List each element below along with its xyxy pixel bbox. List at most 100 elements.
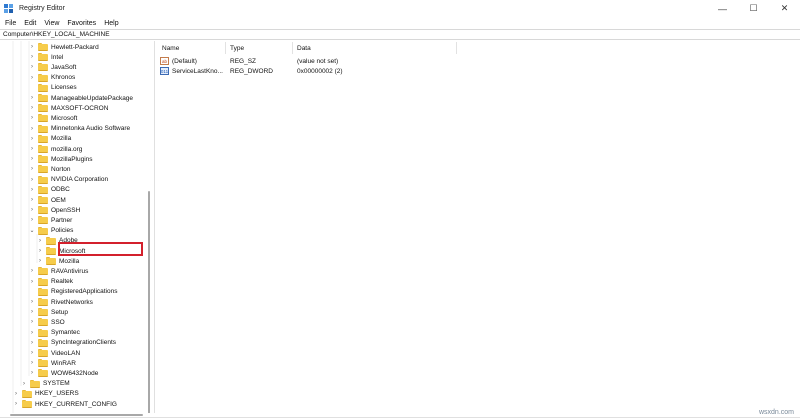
- chevron-right-icon[interactable]: ›: [29, 215, 35, 225]
- folder-icon: [38, 369, 48, 378]
- tree-item[interactable]: › NVIDIA Corporation: [29, 175, 108, 185]
- tree-item[interactable]: › MozillaPlugins: [29, 154, 93, 164]
- tree-vertical-scrollbar[interactable]: [148, 191, 150, 413]
- tree-item[interactable]: › Realtek: [29, 277, 73, 287]
- menu-edit[interactable]: Edit: [24, 20, 36, 27]
- tree-item[interactable]: › JavaSoft: [29, 62, 76, 72]
- registry-key-tree[interactable]: › Hewlett-Packard › Intel › JavaSoft › Khronos L…: [0, 41, 155, 413]
- tree-item[interactable]: › Setup: [29, 307, 68, 317]
- column-divider[interactable]: [456, 42, 457, 54]
- minimize-button[interactable]: —: [707, 0, 738, 17]
- chevron-right-icon[interactable]: ›: [29, 93, 35, 103]
- tree-item[interactable]: › VideoLAN: [29, 348, 80, 358]
- menu-view[interactable]: View: [44, 20, 59, 27]
- tree-item[interactable]: › Hewlett-Packard: [29, 42, 99, 52]
- tree-item[interactable]: › WinRAR: [29, 358, 76, 368]
- value-row-default[interactable]: ab (Default) REG_SZ (value not set): [157, 56, 800, 66]
- column-header-data[interactable]: Data: [297, 43, 311, 53]
- tree-item-label: HKEY_USERS: [35, 390, 79, 398]
- tree-item[interactable]: › WOW6432Node: [29, 368, 98, 378]
- tree-item[interactable]: › SSO: [29, 317, 65, 327]
- chevron-right-icon[interactable]: ›: [13, 399, 19, 409]
- chevron-right-icon[interactable]: ›: [29, 73, 35, 83]
- chevron-right-icon[interactable]: ›: [29, 103, 35, 113]
- folder-icon: [38, 359, 48, 368]
- column-divider[interactable]: [225, 42, 226, 54]
- chevron-right-icon[interactable]: ›: [13, 389, 19, 399]
- maximize-button[interactable]: ☐: [738, 0, 769, 17]
- chevron-right-icon[interactable]: ›: [29, 154, 35, 164]
- chevron-right-icon[interactable]: ›: [29, 348, 35, 358]
- chevron-right-icon[interactable]: ›: [29, 175, 35, 185]
- value-row-servicelastknown[interactable]: 011 ServiceLastKno... REG_DWORD 0x000000…: [157, 66, 800, 76]
- tree-item[interactable]: › MAXSOFT-OCRON: [29, 103, 108, 113]
- column-divider[interactable]: [292, 42, 293, 54]
- chevron-right-icon[interactable]: ›: [29, 144, 35, 154]
- tree-item[interactable]: › Norton: [29, 164, 71, 174]
- folder-icon: [38, 175, 48, 184]
- chevron-right-icon[interactable]: ›: [29, 338, 35, 348]
- value-name: ServiceLastKno...: [172, 67, 223, 75]
- tree-item[interactable]: › Intel: [29, 52, 63, 62]
- watermark-text: wsxdn.com: [758, 409, 794, 416]
- chevron-right-icon[interactable]: ›: [29, 277, 35, 287]
- tree-item[interactable]: › ManageableUpdatePackage: [29, 93, 133, 103]
- chevron-right-icon[interactable]: ›: [37, 246, 43, 256]
- chevron-right-icon[interactable]: ›: [29, 124, 35, 134]
- chevron-right-icon[interactable]: ›: [29, 205, 35, 215]
- chevron-right-icon[interactable]: ›: [29, 42, 35, 52]
- chevron-right-icon[interactable]: ›: [29, 164, 35, 174]
- address-path[interactable]: Computer\HKEY_LOCAL_MACHINE: [3, 31, 110, 38]
- menu-file[interactable]: File: [5, 20, 16, 27]
- tree-item[interactable]: › Symantec: [29, 328, 80, 338]
- column-header-name[interactable]: Name: [162, 43, 179, 53]
- tree-item[interactable]: › Khronos: [29, 73, 75, 83]
- tree-item[interactable]: › ODBC: [29, 185, 70, 195]
- tree-item-label: mozilla.org: [51, 145, 83, 153]
- chevron-right-icon[interactable]: ›: [37, 256, 43, 266]
- chevron-right-icon[interactable]: ›: [29, 307, 35, 317]
- tree-item[interactable]: Licenses: [29, 83, 77, 93]
- chevron-right-icon[interactable]: ›: [29, 52, 35, 62]
- tree-item[interactable]: › Partner: [29, 215, 72, 225]
- chevron-right-icon[interactable]: ›: [29, 62, 35, 72]
- chevron-right-icon[interactable]: ›: [29, 113, 35, 123]
- tree-item[interactable]: › Mozilla: [37, 256, 79, 266]
- tree-item[interactable]: › OpenSSH: [29, 205, 80, 215]
- tree-item[interactable]: › Microsoft: [29, 113, 77, 123]
- chevron-right-icon[interactable]: ›: [29, 358, 35, 368]
- tree-item[interactable]: › RivetNetworks: [29, 297, 93, 307]
- close-button[interactable]: ✕: [769, 0, 800, 17]
- chevron-right-icon[interactable]: ›: [29, 317, 35, 327]
- tree-item-label: SyncIntegrationClients: [51, 339, 117, 347]
- chevron-right-icon[interactable]: ›: [29, 134, 35, 144]
- tree-item[interactable]: › HKEY_USERS: [13, 389, 79, 399]
- tree-item[interactable]: › OEM: [29, 195, 66, 205]
- column-header-type[interactable]: Type: [230, 43, 244, 53]
- tree-item[interactable]: › mozilla.org: [29, 144, 82, 154]
- tree-item[interactable]: › RAVAntivirus: [29, 266, 88, 276]
- tree-item[interactable]: › Mozilla: [29, 134, 71, 144]
- menu-favorites[interactable]: Favorites: [67, 20, 96, 27]
- chevron-right-icon[interactable]: ›: [29, 368, 35, 378]
- tree-item[interactable]: › HKEY_CURRENT_CONFIG: [13, 399, 117, 409]
- chevron-right-icon[interactable]: ›: [29, 185, 35, 195]
- tree-item-label: HKEY_CURRENT_CONFIG: [35, 400, 117, 408]
- chevron-right-icon[interactable]: ›: [29, 328, 35, 338]
- tree-item[interactable]: ⌄ Policies: [29, 226, 73, 236]
- chevron-right-icon[interactable]: ›: [37, 236, 43, 246]
- tree-item[interactable]: › SYSTEM: [21, 379, 70, 389]
- folder-icon: [38, 63, 48, 72]
- tree-item-label: ODBC: [51, 186, 70, 194]
- tree-item[interactable]: RegisteredApplications: [29, 287, 117, 297]
- chevron-down-icon[interactable]: ⌄: [29, 226, 35, 236]
- chevron-right-icon[interactable]: ›: [29, 266, 35, 276]
- menu-help[interactable]: Help: [104, 20, 118, 27]
- chevron-right-icon[interactable]: ›: [29, 297, 35, 307]
- chevron-right-icon[interactable]: ›: [21, 379, 27, 389]
- address-bar[interactable]: Computer\HKEY_LOCAL_MACHINE: [0, 29, 800, 40]
- chevron-right-icon[interactable]: ›: [29, 195, 35, 205]
- tree-horizontal-scrollbar[interactable]: [10, 414, 143, 416]
- tree-item[interactable]: › SyncIntegrationClients: [29, 338, 116, 348]
- tree-item[interactable]: › Minnetonka Audio Software: [29, 124, 130, 134]
